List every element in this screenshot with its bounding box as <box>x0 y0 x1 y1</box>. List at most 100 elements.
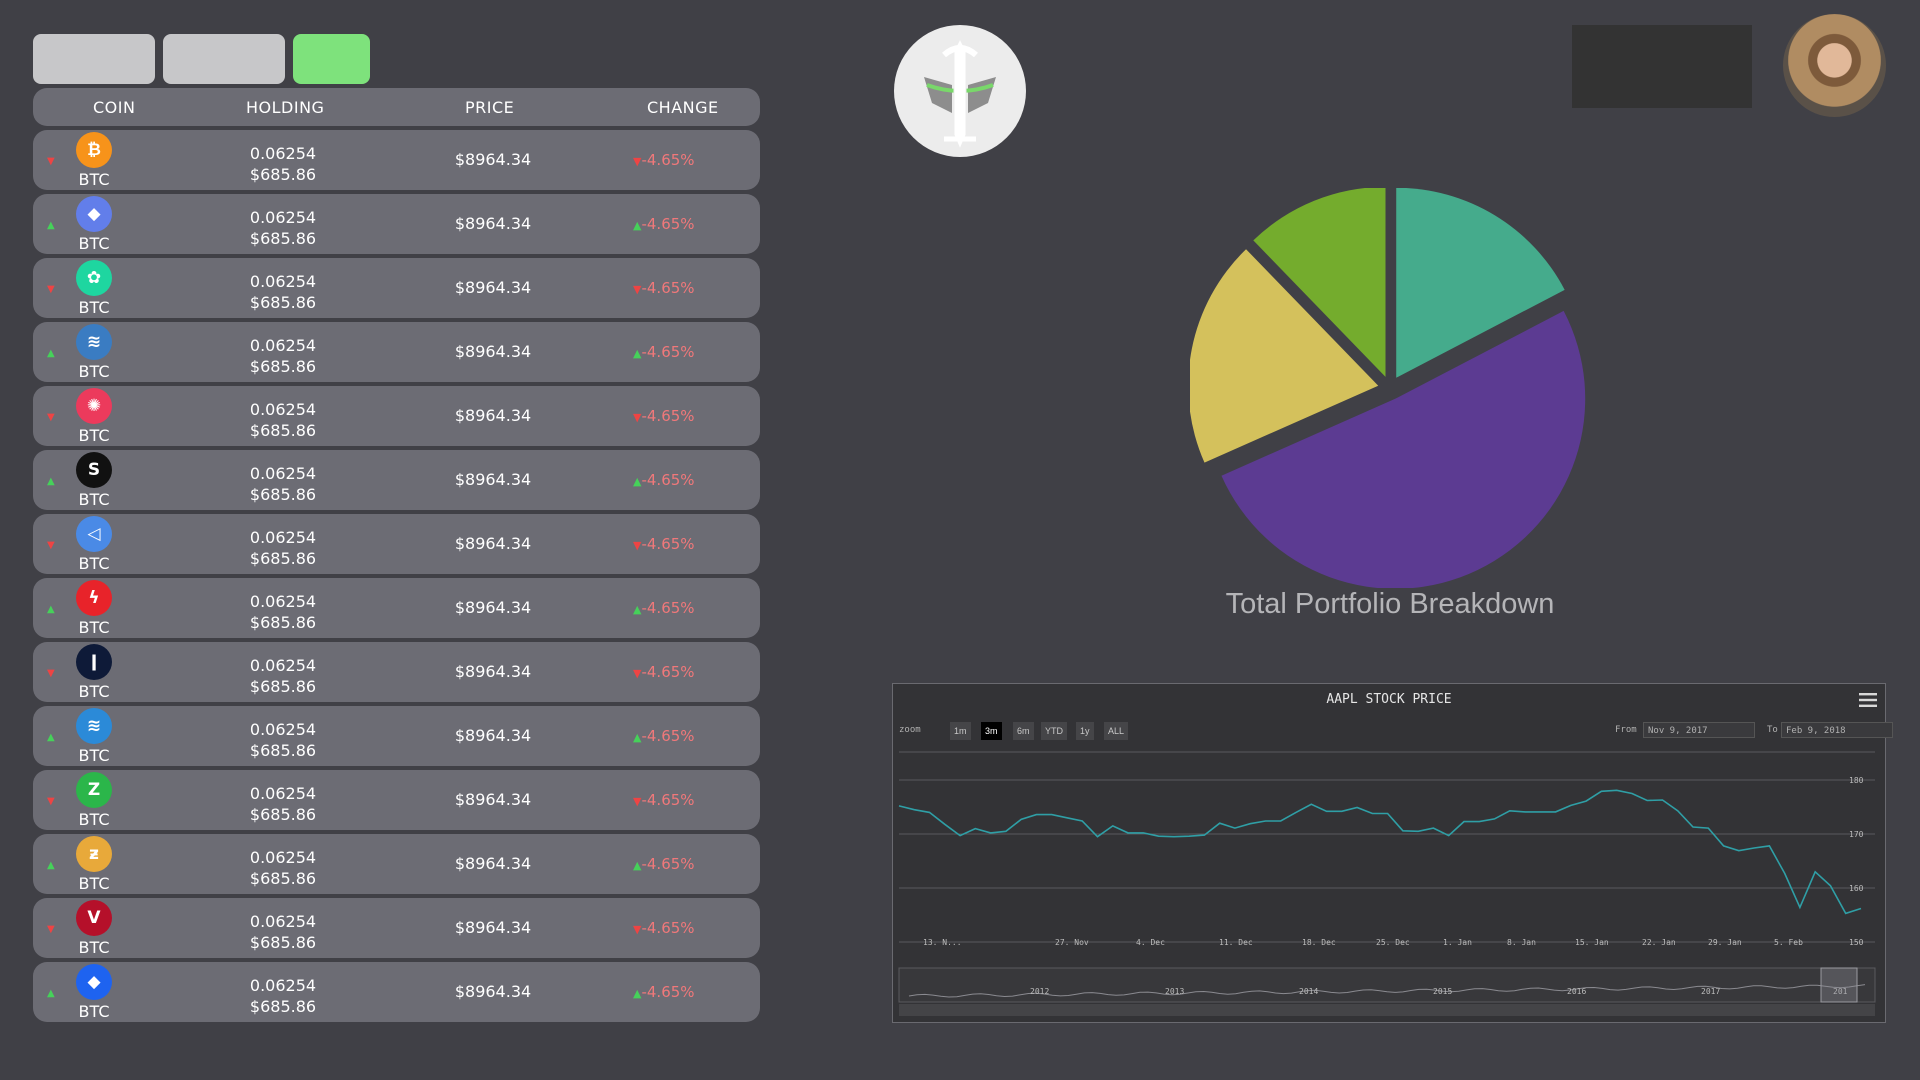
navigator-handle[interactable] <box>1820 967 1858 1003</box>
change-value: -4.65% <box>641 279 695 297</box>
stock-plot: 150 160 170 180 13. N... 27. Nov 4. Dec 11. Dec… <box>898 751 1876 1016</box>
send-icon: ◁ <box>76 516 112 552</box>
coin-symbol: BTC <box>78 938 110 957</box>
holding-value: $685.86 <box>249 165 317 184</box>
table-row[interactable]: ▲ ◆ BTC 0.06254 $685.86 $8964.34 ▲-4.65% <box>33 962 760 1022</box>
hamburger-menu-icon[interactable] <box>1859 692 1877 708</box>
price-cell: $8964.34 <box>454 726 532 745</box>
holding-amount: 0.06254 <box>249 784 317 803</box>
table-row[interactable]: ▲ ≋ BTC 0.06254 $685.86 $8964.34 ▲-4.65% <box>33 706 760 766</box>
change-cell: ▼-4.65% <box>633 791 695 809</box>
change-cell: ▼-4.65% <box>633 919 695 937</box>
coin-symbol: BTC <box>78 746 110 765</box>
holding-value: $685.86 <box>249 421 317 440</box>
change-value: -4.65% <box>641 663 695 681</box>
price-cell: $8964.34 <box>454 854 532 873</box>
header-change: CHANGE <box>647 98 719 117</box>
holding-amount: 0.06254 <box>249 336 317 355</box>
trend-up-icon: ▲ <box>47 732 55 743</box>
scrollbar[interactable] <box>899 1004 1875 1016</box>
x-tick-label: 13. N... <box>923 938 962 947</box>
nav-button-active[interactable] <box>293 34 370 84</box>
coin-symbol: BTC <box>78 682 110 701</box>
coin-symbol: BTC <box>78 490 110 509</box>
navigator-label: 2014 <box>1299 987 1318 996</box>
holding-cell: 0.06254 $685.86 <box>233 591 333 633</box>
coin-symbol: BTC <box>78 298 110 317</box>
table-row[interactable]: ▼ V BTC 0.06254 $685.86 $8964.34 ▼-4.65% <box>33 898 760 958</box>
change-cell: ▼-4.65% <box>633 151 695 169</box>
x-tick-label: 29. Jan <box>1708 938 1742 947</box>
change-cell: ▲-4.65% <box>633 983 695 1001</box>
change-value: -4.65% <box>641 983 695 1001</box>
diamond-icon: ◆ <box>76 964 112 1000</box>
x-tick-label: 8. Jan <box>1507 938 1536 947</box>
table-row[interactable]: ▼ ₿ BTC 0.06254 $685.86 $8964.34 ▼-4.65% <box>33 130 760 190</box>
change-cell: ▲-4.65% <box>633 727 695 745</box>
trend-down-icon: ▼ <box>47 796 55 807</box>
table-row[interactable]: ▲ S BTC 0.06254 $685.86 $8964.34 ▲-4.65% <box>33 450 760 510</box>
zoom-button-1m[interactable]: 1m <box>950 722 971 740</box>
nav-button-2[interactable] <box>163 34 285 84</box>
avatar[interactable] <box>1783 14 1886 117</box>
zoom-button-1y[interactable]: 1y <box>1076 722 1094 740</box>
table-row[interactable]: ▲ ◆ BTC 0.06254 $685.86 $8964.34 ▲-4.65% <box>33 194 760 254</box>
holding-cell: 0.06254 $685.86 <box>233 783 333 825</box>
zoom-button-ytd[interactable]: YTD <box>1041 722 1067 740</box>
trend-down-icon: ▼ <box>47 540 55 551</box>
coin-symbol: BTC <box>78 810 110 829</box>
trend-down-icon: ▼ <box>47 412 55 423</box>
bitcoin-icon: ₿ <box>76 132 112 168</box>
to-label: To <box>1767 725 1778 735</box>
x-tick-label: 11. Dec <box>1219 938 1253 947</box>
holding-value: $685.86 <box>249 485 317 504</box>
holding-value: $685.86 <box>249 805 317 824</box>
trend-down-icon: ▼ <box>47 668 55 679</box>
change-value: -4.65% <box>641 471 695 489</box>
change-value: -4.65% <box>641 215 695 233</box>
holding-cell: 0.06254 $685.86 <box>233 655 333 697</box>
change-value: -4.65% <box>641 535 695 553</box>
flame-icon: ϟ <box>76 580 112 616</box>
holding-value: $685.86 <box>249 677 317 696</box>
table-row[interactable]: ▼ ǀ BTC 0.06254 $685.86 $8964.34 ▼-4.65% <box>33 642 760 702</box>
holding-amount: 0.06254 <box>249 144 317 163</box>
table-row[interactable]: ▲ ≋ BTC 0.06254 $685.86 $8964.34 ▲-4.65% <box>33 322 760 382</box>
zoom-button-3m[interactable]: 3m <box>981 722 1002 740</box>
x-tick-label: 25. Dec <box>1376 938 1410 947</box>
table-row[interactable]: ▼ ◁ BTC 0.06254 $685.86 $8964.34 ▼-4.65% <box>33 514 760 574</box>
y-tick-label: 150 <box>1849 938 1864 947</box>
header-holding: HOLDING <box>246 98 325 117</box>
price-line <box>898 789 1862 915</box>
zoom-button-all[interactable]: ALL <box>1104 722 1129 740</box>
holding-amount: 0.06254 <box>249 976 317 995</box>
pie-svg <box>1188 186 1586 589</box>
price-cell: $8964.34 <box>454 342 532 361</box>
holding-amount: 0.06254 <box>249 272 317 291</box>
holding-value: $685.86 <box>249 869 317 888</box>
cube-icon: S <box>76 452 112 488</box>
zoom-button-6m[interactable]: 6m <box>1013 722 1034 740</box>
from-date-input[interactable]: Nov 9, 2017 <box>1643 722 1755 738</box>
coin-symbol: BTC <box>78 426 110 445</box>
table-row[interactable]: ▼ ✺ BTC 0.06254 $685.86 $8964.34 ▼-4.65% <box>33 386 760 446</box>
change-cell: ▲-4.65% <box>633 599 695 617</box>
steem-icon: ≋ <box>76 708 112 744</box>
holding-cell: 0.06254 $685.86 <box>233 975 333 1017</box>
navigator[interactable] <box>898 967 1876 1003</box>
holding-value: $685.86 <box>249 933 317 952</box>
table-row[interactable]: ▼ ✿ BTC 0.06254 $685.86 $8964.34 ▼-4.65% <box>33 258 760 318</box>
price-cell: $8964.34 <box>454 406 532 425</box>
table-row[interactable]: ▲ ϟ BTC 0.06254 $685.86 $8964.34 ▲-4.65% <box>33 578 760 638</box>
x-tick-label: 18. Dec <box>1302 938 1336 947</box>
holding-value: $685.86 <box>249 293 317 312</box>
change-value: -4.65% <box>641 599 695 617</box>
nav-button-1[interactable] <box>33 34 155 84</box>
navigator-label: 2016 <box>1567 987 1586 996</box>
table-row[interactable]: ▼ Z BTC 0.06254 $685.86 $8964.34 ▼-4.65% <box>33 770 760 830</box>
coin-symbol: BTC <box>78 1002 110 1021</box>
trend-up-icon: ▲ <box>47 348 55 359</box>
to-date-input[interactable]: Feb 9, 2018 <box>1781 722 1893 738</box>
table-row[interactable]: ▲ ƶ BTC 0.06254 $685.86 $8964.34 ▲-4.65% <box>33 834 760 894</box>
price-cell: $8964.34 <box>454 214 532 233</box>
